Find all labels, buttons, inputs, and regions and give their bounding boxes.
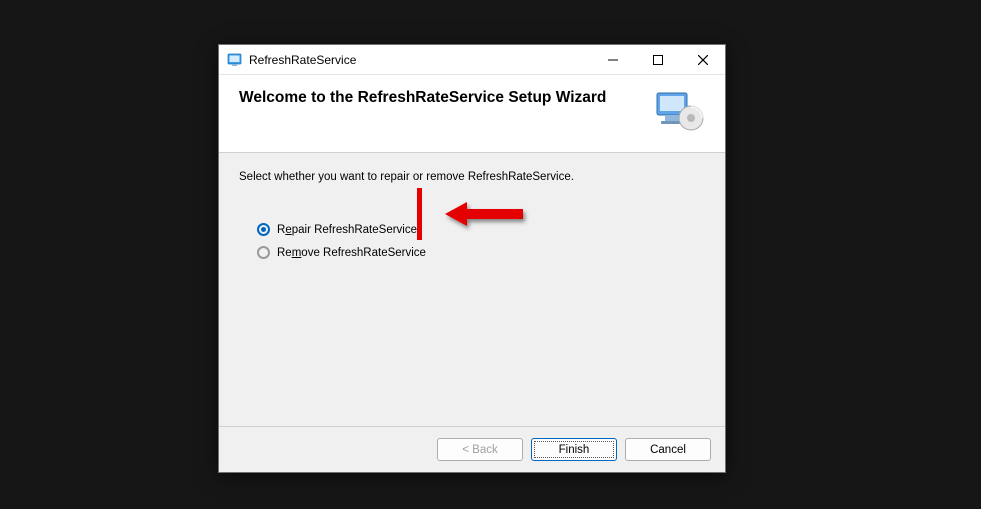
minimize-icon [608, 55, 618, 65]
wizard-footer: < Back Finish Cancel [219, 426, 725, 472]
close-icon [698, 55, 708, 65]
app-icon [227, 52, 243, 68]
option-repair[interactable]: Repair RefreshRateService [257, 223, 705, 236]
close-button[interactable] [680, 45, 725, 74]
maximize-button[interactable] [635, 45, 680, 74]
wizard-heading: Welcome to the RefreshRateService Setup … [239, 89, 653, 107]
option-remove-label: Remove RefreshRateService [277, 247, 426, 259]
cancel-button[interactable]: Cancel [625, 438, 711, 461]
wizard-header: Welcome to the RefreshRateService Setup … [219, 75, 725, 153]
option-group: Repair RefreshRateService Remove Refresh… [239, 223, 705, 259]
maximize-icon [653, 55, 663, 65]
installer-logo-icon [653, 89, 705, 136]
window-controls [590, 45, 725, 74]
finish-button[interactable]: Finish [531, 438, 617, 461]
radio-repair[interactable] [257, 223, 270, 236]
installer-window: RefreshRateService Welcome to the Refres… [218, 44, 726, 473]
radio-remove[interactable] [257, 246, 270, 259]
minimize-button[interactable] [590, 45, 635, 74]
titlebar: RefreshRateService [219, 45, 725, 75]
option-remove[interactable]: Remove RefreshRateService [257, 246, 705, 259]
wizard-body: Select whether you want to repair or rem… [219, 153, 725, 426]
instruction-text: Select whether you want to repair or rem… [239, 171, 705, 183]
back-button: < Back [437, 438, 523, 461]
window-title: RefreshRateService [249, 53, 590, 67]
option-repair-label: Repair RefreshRateService [277, 224, 417, 236]
